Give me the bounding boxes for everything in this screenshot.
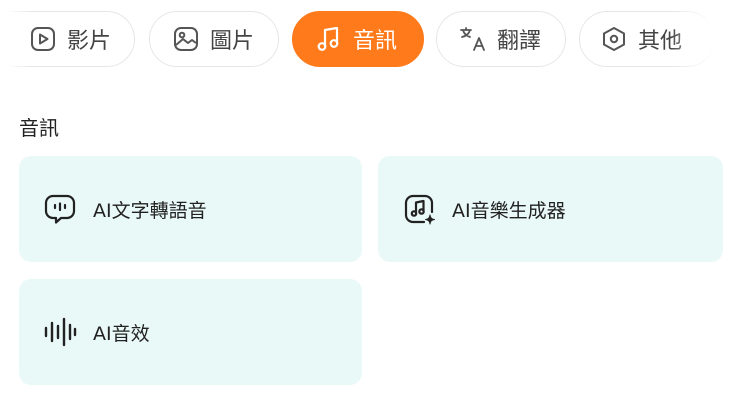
section-title: 音訊 [19, 116, 59, 140]
speech-bubble-icon [43, 192, 77, 226]
music-note-icon [315, 25, 343, 53]
tab-audio-label: 音訊 [353, 29, 398, 54]
tab-translate[interactable]: 翻譯 [436, 11, 566, 67]
tool-card-text-to-speech[interactable]: AI文字轉語音 [19, 156, 362, 262]
tool-card-music-generator[interactable]: AI音樂生成器 [378, 156, 723, 262]
tab-other-label: 其他 [638, 29, 683, 54]
tab-image-label: 圖片 [210, 29, 255, 54]
tool-card-music-generator-label: AI音樂生成器 [452, 199, 566, 222]
tab-translate-label: 翻譯 [497, 29, 542, 54]
music-sparkle-icon [402, 192, 436, 226]
category-tab-row: 影片 圖片 音訊 翻譯 其他 [0, 11, 740, 69]
tab-video[interactable]: 影片 [0, 11, 135, 67]
tab-other[interactable]: 其他 [579, 11, 715, 67]
tool-card-text-to-speech-label: AI文字轉語音 [93, 199, 207, 222]
video-play-icon [29, 25, 57, 53]
tab-audio[interactable]: 音訊 [292, 11, 424, 67]
page: 影片 圖片 音訊 翻譯 其他 音訊 AI文字轉語音 AI音樂生成器 AI音效 [0, 0, 740, 411]
hexagon-icon [600, 25, 628, 53]
tab-video-label: 影片 [67, 29, 112, 54]
tool-card-sound-effects-label: AI音效 [93, 322, 150, 345]
image-icon [172, 25, 200, 53]
tool-card-sound-effects[interactable]: AI音效 [19, 279, 362, 385]
sound-wave-icon [43, 315, 77, 349]
translate-icon [459, 25, 487, 53]
tab-image[interactable]: 圖片 [149, 11, 279, 67]
